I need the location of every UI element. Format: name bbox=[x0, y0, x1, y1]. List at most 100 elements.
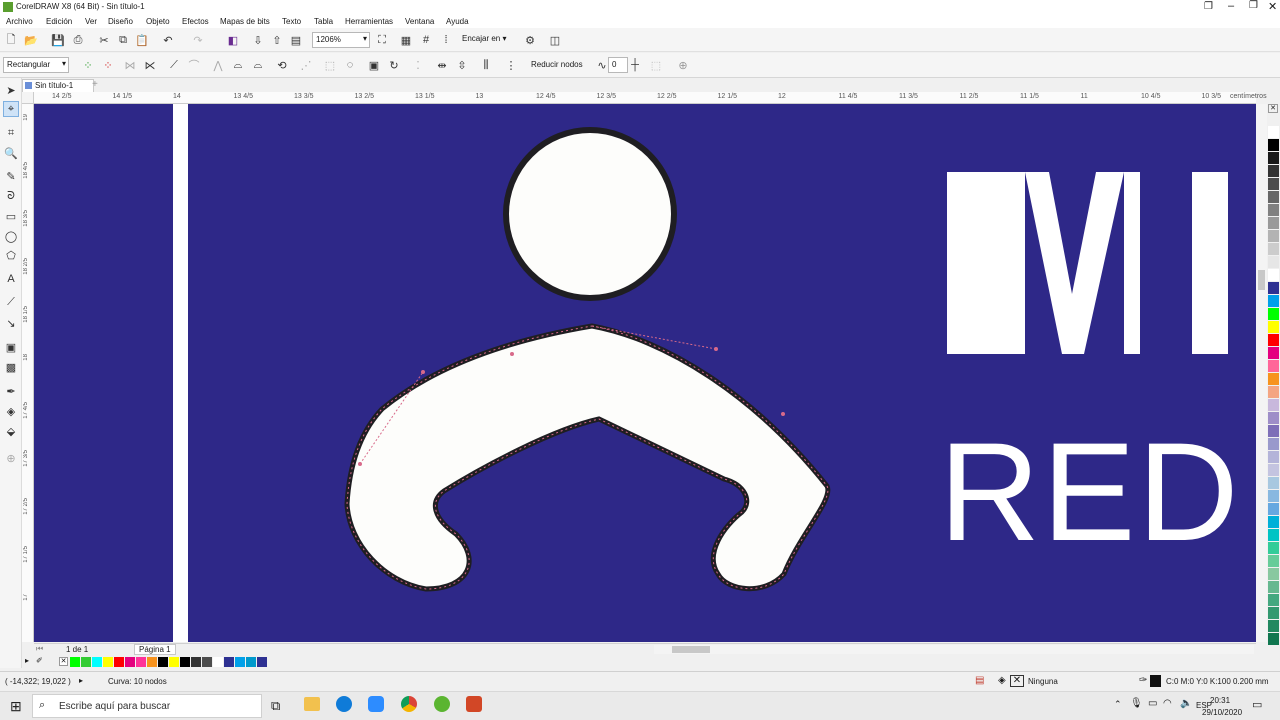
palette-swatch[interactable] bbox=[1268, 620, 1279, 632]
stretch-nodes-icon[interactable]: ▣ bbox=[366, 57, 382, 73]
extend-curve-icon[interactable]: ⋰ bbox=[298, 57, 314, 73]
menu-efectos[interactable]: Efectos bbox=[182, 17, 209, 26]
volume-icon[interactable]: 🔈 bbox=[1180, 698, 1192, 709]
customize-toolbox-icon[interactable]: ⊕ bbox=[3, 450, 19, 466]
task-view-icon[interactable]: ⧉ bbox=[271, 698, 280, 714]
align-nodes-icon[interactable]: ⁚ bbox=[410, 57, 426, 73]
rotate-nodes-icon[interactable]: ↻ bbox=[386, 57, 402, 73]
close-curve-icon[interactable]: ◌ bbox=[342, 57, 358, 73]
horizontal-ruler[interactable]: 14 2/5 14 1/5 14 13 4/5 13 3/5 13 2/5 13 1/5 13… bbox=[34, 92, 1267, 104]
menu-texto[interactable]: Texto bbox=[282, 17, 301, 26]
palette-swatch[interactable] bbox=[1268, 308, 1279, 320]
selection-marquee-icon[interactable]: ⬚ bbox=[648, 57, 664, 73]
document-palette-swatch[interactable] bbox=[103, 657, 113, 667]
palette-swatch[interactable] bbox=[1268, 529, 1279, 541]
palette-swatch[interactable] bbox=[1268, 360, 1279, 372]
page-tab[interactable]: Página 1 bbox=[134, 644, 176, 655]
add-nodes-icon[interactable]: ⁘ bbox=[80, 57, 96, 73]
taskbar-search-box[interactable]: ⌕ Escribe aquí para buscar bbox=[32, 694, 262, 718]
document-palette-swatch[interactable] bbox=[70, 657, 80, 667]
first-page-icon[interactable]: ⏮ bbox=[36, 644, 43, 654]
palette-swatch[interactable] bbox=[1268, 256, 1279, 268]
interactive-fill-icon[interactable]: ◈ bbox=[3, 403, 19, 419]
powerpoint-icon[interactable] bbox=[466, 696, 482, 712]
select-all-nodes-icon[interactable]: ⋮ bbox=[503, 57, 519, 73]
clock-date[interactable]: 29/10/2020 bbox=[1202, 708, 1242, 717]
menu-mapas-de-bits[interactable]: Mapas de bits bbox=[220, 17, 270, 26]
undo-icon[interactable]: ↶ bbox=[160, 32, 176, 48]
no-color-swatch[interactable]: ✕ bbox=[1268, 104, 1278, 113]
cusp-node-icon[interactable]: ⋀ bbox=[210, 57, 226, 73]
palette-swatch[interactable] bbox=[1268, 152, 1279, 164]
smart-fill-icon[interactable]: ⬙ bbox=[3, 423, 19, 439]
new-tab-plus-icon[interactable]: + bbox=[92, 79, 98, 90]
head-circle-shape[interactable] bbox=[503, 127, 677, 301]
palette-swatch[interactable] bbox=[1268, 503, 1279, 515]
symmetrical-node-icon[interactable]: ⌓ bbox=[250, 57, 266, 73]
cut-icon[interactable]: ✂ bbox=[96, 32, 112, 48]
document-palette-swatch[interactable] bbox=[180, 657, 190, 667]
maximize-button[interactable]: ❐ bbox=[1249, 0, 1258, 11]
parallel-dimension-icon[interactable]: ⟋ bbox=[3, 294, 19, 310]
ellipse-tool-icon[interactable]: ◯ bbox=[3, 228, 19, 244]
zoom-level-select[interactable]: 1206% ▾ bbox=[312, 32, 370, 48]
palette-swatch[interactable] bbox=[1268, 204, 1279, 216]
search-content-icon[interactable]: ◧ bbox=[225, 32, 241, 48]
options-gear-icon[interactable]: ⚙ bbox=[522, 32, 538, 48]
freehand-tool-icon[interactable]: ✎ bbox=[3, 168, 19, 184]
menu-diseno[interactable]: Diseño bbox=[108, 17, 133, 26]
save-icon[interactable]: 💾 bbox=[50, 32, 66, 48]
coreldraw-taskbar-icon[interactable] bbox=[434, 696, 450, 712]
document-palette-swatch[interactable] bbox=[235, 657, 245, 667]
menu-herramientas[interactable]: Herramientas bbox=[345, 17, 393, 26]
document-palette-swatch[interactable] bbox=[224, 657, 234, 667]
horizontal-scroll-thumb[interactable] bbox=[672, 646, 710, 653]
palette-swatch[interactable] bbox=[1268, 295, 1279, 307]
palette-swatch[interactable] bbox=[1268, 555, 1279, 567]
pick-tool-icon[interactable]: ➤ bbox=[3, 82, 19, 98]
redo-icon[interactable]: ↷ bbox=[190, 32, 206, 48]
palette-swatch[interactable] bbox=[1268, 334, 1279, 346]
elastic-mode-icon[interactable]: ⫼ bbox=[478, 57, 494, 73]
copy-icon[interactable]: ⧉ bbox=[115, 32, 131, 48]
color-proofing-icon[interactable]: ▤ bbox=[975, 675, 984, 686]
reduce-nodes-button[interactable]: Reducir nodos bbox=[531, 60, 583, 69]
node-point[interactable] bbox=[358, 462, 362, 466]
document-palette-swatch[interactable] bbox=[169, 657, 179, 667]
palette-swatch[interactable] bbox=[1268, 516, 1279, 528]
document-palette-swatch[interactable] bbox=[158, 657, 168, 667]
battery-icon[interactable]: ▭ bbox=[1148, 698, 1157, 709]
break-curve-icon[interactable]: ⋉ bbox=[142, 57, 158, 73]
wifi-icon[interactable]: ◠ bbox=[1163, 698, 1172, 709]
menu-edicion[interactable]: Edición bbox=[46, 17, 72, 26]
color-eyedropper-icon[interactable]: ✒ bbox=[3, 383, 19, 399]
palette-swatch[interactable] bbox=[1268, 269, 1279, 281]
document-palette-swatch[interactable] bbox=[136, 657, 146, 667]
snap-to-menu[interactable]: Encajar en ▾ bbox=[462, 34, 507, 43]
palette-swatch[interactable] bbox=[1268, 490, 1279, 502]
palette-swatch[interactable] bbox=[1268, 178, 1279, 190]
connector-tool-icon[interactable]: ↘ bbox=[3, 315, 19, 331]
chevron-right-icon[interactable]: ▸ bbox=[79, 676, 83, 685]
polygon-tool-icon[interactable]: ⬠ bbox=[3, 247, 19, 263]
palette-swatch[interactable] bbox=[1268, 373, 1279, 385]
palette-swatch[interactable] bbox=[1268, 477, 1279, 489]
vertical-scroll-thumb[interactable] bbox=[1258, 270, 1265, 290]
palette-swatch[interactable] bbox=[1268, 399, 1279, 411]
chevron-up-icon[interactable]: ⌃ bbox=[1114, 699, 1122, 710]
transparency-tool-icon[interactable]: ▩ bbox=[3, 359, 19, 375]
extract-subpath-icon[interactable]: ⬚ bbox=[322, 57, 338, 73]
palette-swatch[interactable] bbox=[1268, 568, 1279, 580]
chrome-browser-icon[interactable] bbox=[401, 696, 417, 712]
smoothness-slider-icon[interactable]: ┼ bbox=[627, 57, 643, 73]
add-icon[interactable]: ⊕ bbox=[675, 57, 691, 73]
palette-swatch[interactable] bbox=[1268, 191, 1279, 203]
drop-shadow-icon[interactable]: ▣ bbox=[3, 339, 19, 355]
rulers-icon[interactable]: ▦ bbox=[398, 32, 414, 48]
document-palette-swatch[interactable] bbox=[213, 657, 223, 667]
palette-swatch[interactable] bbox=[1268, 464, 1279, 476]
text-tool-icon[interactable]: A bbox=[3, 271, 19, 287]
close-button[interactable]: ✕ bbox=[1268, 0, 1277, 13]
document-tab[interactable]: Sin título-1 bbox=[22, 79, 94, 92]
palette-swatch[interactable] bbox=[1268, 243, 1279, 255]
